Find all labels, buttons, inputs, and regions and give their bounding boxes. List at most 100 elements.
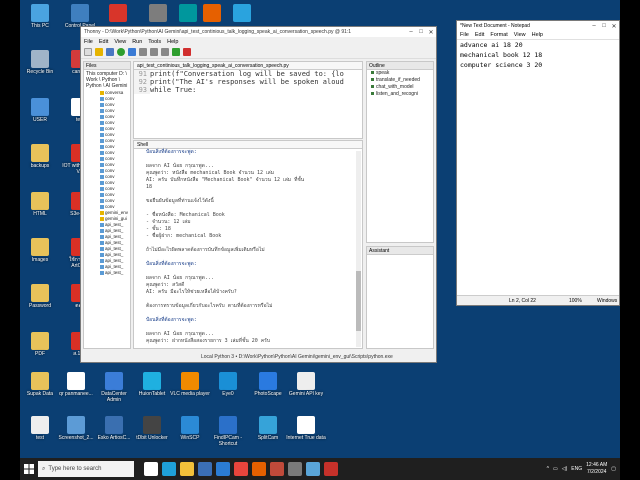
menu-item[interactable]: Tools [148, 39, 161, 45]
desktop-shortcut[interactable]: VLC media player [170, 370, 210, 414]
taskbar-search[interactable]: ⌕ Type here to search [38, 461, 134, 477]
code-line[interactable]: 91 print(f"Conversation log will be saved… [134, 70, 362, 78]
resume-icon[interactable] [172, 48, 180, 56]
notepad-icon[interactable] [306, 462, 320, 476]
step-over-icon[interactable] [139, 48, 147, 56]
desktop-shortcut[interactable]: Screenshot_2... [56, 414, 96, 458]
desktop-shortcut[interactable]: Images [20, 236, 60, 280]
desktop-shortcut[interactable]: Internet True data [286, 414, 326, 458]
menu-item[interactable]: File [460, 32, 469, 38]
app-icon[interactable] [270, 462, 284, 476]
notepad-titlebar[interactable]: *New Text Document - Notepad – □ ✕ [457, 21, 619, 31]
desktop-shortcut[interactable]: PhotoScape [248, 370, 288, 414]
task-view-icon[interactable] [144, 462, 158, 476]
notepad-line[interactable]: mechanical book 12 18 [457, 50, 619, 60]
clock[interactable]: 12:46 AM 7/2/2024 [586, 462, 607, 476]
input-language[interactable]: ENG [571, 466, 582, 472]
debug-icon[interactable] [128, 48, 136, 56]
chevron-up-icon[interactable]: ^ [547, 466, 549, 472]
thonny-window[interactable]: Thonny - D:\Work\Python\Python\AI Gemini… [80, 26, 437, 363]
outline-header[interactable]: Outline [367, 62, 433, 70]
desktop-shortcut[interactable] [222, 2, 262, 24]
desktop-shortcut[interactable]: DataCenter Admin [94, 370, 134, 414]
maximize-icon[interactable]: □ [416, 29, 426, 35]
step-out-icon[interactable] [161, 48, 169, 56]
notification-icon[interactable]: ▢ [611, 466, 616, 472]
desktop-shortcut[interactable]: Esko ArtiosC... [94, 414, 134, 458]
notepad-line[interactable]: advance ai 18 20 [457, 40, 619, 50]
firefox-icon[interactable] [252, 462, 266, 476]
menu-item[interactable]: Format [490, 32, 507, 38]
outline-item[interactable]: chat_with_model [367, 84, 433, 91]
desktop-shortcut[interactable] [98, 2, 138, 24]
open-file-icon[interactable] [95, 48, 103, 56]
store-icon[interactable] [198, 462, 212, 476]
notepad-line[interactable]: computer science 3 20 [457, 60, 619, 70]
shell-scrollbar[interactable] [356, 151, 361, 347]
file-item[interactable]: api_test_ [84, 270, 130, 276]
editor-pane[interactable]: api_test_continious_talk_logging_speak_a… [133, 61, 363, 139]
editor-tab[interactable]: api_test_continious_talk_logging_speak_a… [134, 62, 362, 70]
maximize-icon[interactable]: □ [599, 23, 609, 29]
app-icon[interactable] [324, 462, 338, 476]
volume-icon[interactable]: ◁) [562, 466, 568, 472]
desktop-shortcut[interactable]: Password [20, 282, 60, 326]
step-into-icon[interactable] [150, 48, 158, 56]
notepad-text-area[interactable]: advance ai 18 20 mechanical book 12 18 com… [457, 40, 619, 70]
desktop-shortcut[interactable]: Recycle Bin [20, 48, 60, 92]
save-icon[interactable] [106, 48, 114, 56]
file-explorer-icon[interactable] [180, 462, 194, 476]
desktop-shortcut[interactable]: FindIPCam - Shortcut [208, 414, 248, 458]
run-icon[interactable] [117, 48, 125, 56]
desktop-shortcut[interactable]: PDF [20, 330, 60, 374]
outline-item[interactable]: speak [367, 70, 433, 77]
files-header[interactable]: Files [84, 62, 130, 70]
menu-item[interactable]: Help [167, 39, 178, 45]
close-icon[interactable]: ✕ [426, 29, 436, 36]
minimize-icon[interactable]: – [406, 29, 416, 35]
minimize-icon[interactable]: – [589, 23, 599, 29]
code-lines[interactable]: 91 print(f"Conversation log will be saved… [134, 70, 362, 94]
start-button[interactable] [20, 458, 38, 480]
stop-icon[interactable] [183, 48, 191, 56]
shell-tab[interactable]: Shell [134, 141, 362, 149]
desktop-shortcut[interactable]: SplitCam [248, 414, 288, 458]
desktop-shortcut[interactable]: Supak Data [20, 370, 60, 414]
desktop-shortcut[interactable]: USER [20, 96, 60, 140]
desktop-shortcut[interactable]: HTML [20, 190, 60, 234]
desktop-shortcut[interactable]: This PC [20, 2, 60, 46]
shell-output[interactable]: ป้อนสิ่งที่ต้องการจะพูด: ผลจาก AI น้อย ก… [134, 149, 362, 345]
files-path[interactable]: This computer D: \ Work \ Python \ Pytho… [84, 70, 130, 90]
close-icon[interactable]: ✕ [609, 23, 619, 30]
menu-item[interactable]: View [114, 39, 126, 45]
desktop-shortcut[interactable]: Gemini API key [286, 370, 326, 414]
desktop-shortcut[interactable]: WinSCP [170, 414, 210, 458]
code-line[interactable]: 93 while True: [134, 86, 362, 94]
outline-item[interactable]: translate_if_needed [367, 77, 433, 84]
edge-icon[interactable] [162, 462, 176, 476]
thonny-titlebar[interactable]: Thonny - D:\Work\Python\Python\AI Gemini… [81, 27, 436, 37]
chrome-icon[interactable] [234, 462, 248, 476]
desktop-shortcut[interactable]: Eye0 [208, 370, 248, 414]
thonny-status[interactable]: Local Python 3 • D:\Work\Python\Python\A… [81, 352, 436, 362]
desktop-shortcut[interactable]: HuionTablet [132, 370, 172, 414]
desktop-shortcut[interactable]: backups [20, 142, 60, 186]
menu-item[interactable]: Edit [475, 32, 484, 38]
desktop-shortcut[interactable]: test [20, 414, 60, 458]
thonny-icon[interactable] [288, 462, 302, 476]
network-icon[interactable]: ▭ [553, 466, 558, 472]
menu-item[interactable]: Help [532, 32, 543, 38]
code-text[interactable]: print("The AI's responses will be spoken… [150, 78, 344, 86]
menu-item[interactable]: File [84, 39, 93, 45]
desktop-shortcut[interactable]: tDbit Unlocker [132, 414, 172, 458]
notepad-window[interactable]: *New Text Document - Notepad – □ ✕ File E… [456, 20, 620, 306]
assistant-header[interactable]: Assistant [367, 247, 433, 255]
new-file-icon[interactable] [84, 48, 92, 56]
code-text[interactable]: while True: [150, 86, 196, 94]
menu-item[interactable]: View [514, 32, 526, 38]
shell-scroll-thumb[interactable] [356, 271, 361, 331]
shell-pane[interactable]: Shell ป้อนสิ่งที่ต้องการจะพูด: ผลจาก AI … [133, 140, 363, 349]
code-text[interactable]: print(f"Conversation log will be saved t… [150, 70, 344, 78]
menu-item[interactable]: Edit [99, 39, 108, 45]
desktop-shortcut[interactable]: qr panmanee... [56, 370, 96, 414]
